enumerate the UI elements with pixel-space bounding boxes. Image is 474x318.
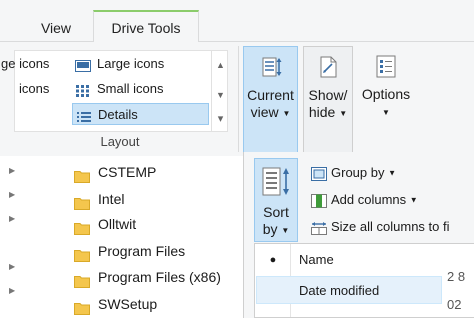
folder-icon [74,245,90,262]
sort-menu-item-name[interactable]: ● Name [255,246,474,274]
add-columns-button[interactable]: Add columns ▼ [310,189,418,211]
sort-menu-item-date-modified[interactable]: Date modified [256,276,442,304]
ribbon-tab-bar: View Drive Tools [0,0,474,43]
folder-item[interactable]: CSTEMP [74,160,156,184]
chevron-down-icon: ▼ [388,168,397,178]
column-value-partial: 02 [447,297,462,312]
folder-icon [74,298,90,315]
sort-by-button[interactable]: Sort by ▼ [254,158,298,242]
expand-arrow-icon[interactable]: ▶ [9,166,15,175]
layout-item-label: icons [19,81,50,96]
layout-details[interactable]: Details [72,103,209,125]
sort-by-icon [259,164,293,200]
tab-drive-tools[interactable]: Drive Tools [93,10,199,43]
chevron-down-icon: ▼ [281,225,290,235]
folder-item[interactable]: Intel [74,187,124,211]
layout-item-label: Details [98,107,138,122]
size-all-columns-button[interactable]: Size all columns to fi [310,216,450,238]
folder-name: Olltwit [98,216,137,232]
current-view-label-1: Current [247,87,294,103]
small-icons-icon [75,83,91,97]
expand-arrow-icon[interactable]: ▶ [9,262,15,271]
column-value-partial: 2 8 [447,269,466,284]
options-button[interactable]: Options ▼ [358,46,414,154]
expand-arrow-icon[interactable]: ▶ [9,190,15,199]
layout-item-label: Large icons [97,56,165,71]
show-hide-icon [314,53,342,81]
folder-item[interactable]: Program Files [74,239,185,263]
layout-group-label: Layout [100,134,140,149]
folder-name: CSTEMP [98,164,157,180]
gallery-more-icon[interactable]: ▾ [212,109,229,129]
layout-item-label: Small icons [97,81,164,96]
folder-item[interactable]: Program Files (x86) [74,265,221,289]
chevron-down-icon: ▼ [339,108,348,118]
sort-menu-item-label: Name [299,252,334,267]
size-columns-icon [310,220,328,236]
chevron-down-icon: ▼ [282,108,291,118]
navigation-pane: ▶ ▶ ▶ ▶ ▶ CSTEMP Intel Olltwit Program F… [0,156,243,318]
options-icon [372,52,400,80]
layout-item-label: ge icons [1,56,50,71]
tab-view[interactable]: View [26,14,86,42]
show-hide-label-2: hide [308,104,336,120]
scroll-down-icon[interactable]: ▼ [212,85,229,105]
group-separator [238,46,239,152]
current-view-label-2: view [250,104,279,120]
chevron-down-icon: ▼ [382,107,390,117]
chevron-down-icon: ▼ [409,195,418,205]
show-hide-button[interactable]: Show/ hide ▼ [303,46,353,154]
show-hide-label-1: Show/ [308,87,348,103]
layout-gallery-scroller: ▲ ▼ ▾ [211,51,228,131]
current-view-dropdown: Sort by ▼ Group by ▼ Add columns ▼ Size … [243,152,474,318]
folder-name: Intel [98,191,125,207]
folder-name: Program Files (x86) [98,269,221,285]
folder-name: SWSetup [98,296,158,312]
add-columns-label: Add columns [331,192,407,207]
expand-arrow-icon[interactable]: ▶ [9,286,15,295]
selected-bullet-icon: ● [269,254,277,266]
folder-icon [74,193,90,210]
layout-gallery: ge icons icons Large icons Small icons D… [1,50,228,132]
scroll-up-icon[interactable]: ▲ [212,55,229,75]
folder-item[interactable]: SWSetup [74,292,157,316]
sort-by-menu: ● Name Date modified [254,243,474,318]
current-view-button[interactable]: Current view ▼ [243,46,298,154]
layout-extra-large-icons[interactable]: ge icons [1,53,49,75]
expand-arrow-icon[interactable]: ▶ [9,214,15,223]
size-all-columns-label: Size all columns to fi [331,219,450,234]
group-by-button[interactable]: Group by ▼ [310,162,396,184]
folder-icon [74,218,90,235]
folder-icon [74,271,90,288]
current-view-icon [257,53,285,81]
sort-label-2: by [262,221,278,237]
group-by-icon [310,166,328,182]
group-by-label: Group by [331,165,385,180]
layout-small-icons[interactable]: Small icons [75,78,163,100]
options-label: Options [361,86,411,102]
sort-menu-item-label: Date modified [299,283,380,298]
layout-medium-icons[interactable]: icons [1,78,49,100]
large-icons-icon [75,58,91,72]
details-icon [76,109,92,123]
folder-item[interactable]: Olltwit [74,212,136,236]
ribbon-body: ge icons icons Large icons Small icons D… [0,42,474,156]
layout-large-icons[interactable]: Large icons [75,53,164,75]
sort-label-1: Sort [263,204,289,220]
folder-icon [74,166,90,183]
folder-name: Program Files [98,243,186,259]
add-columns-icon [310,193,328,209]
